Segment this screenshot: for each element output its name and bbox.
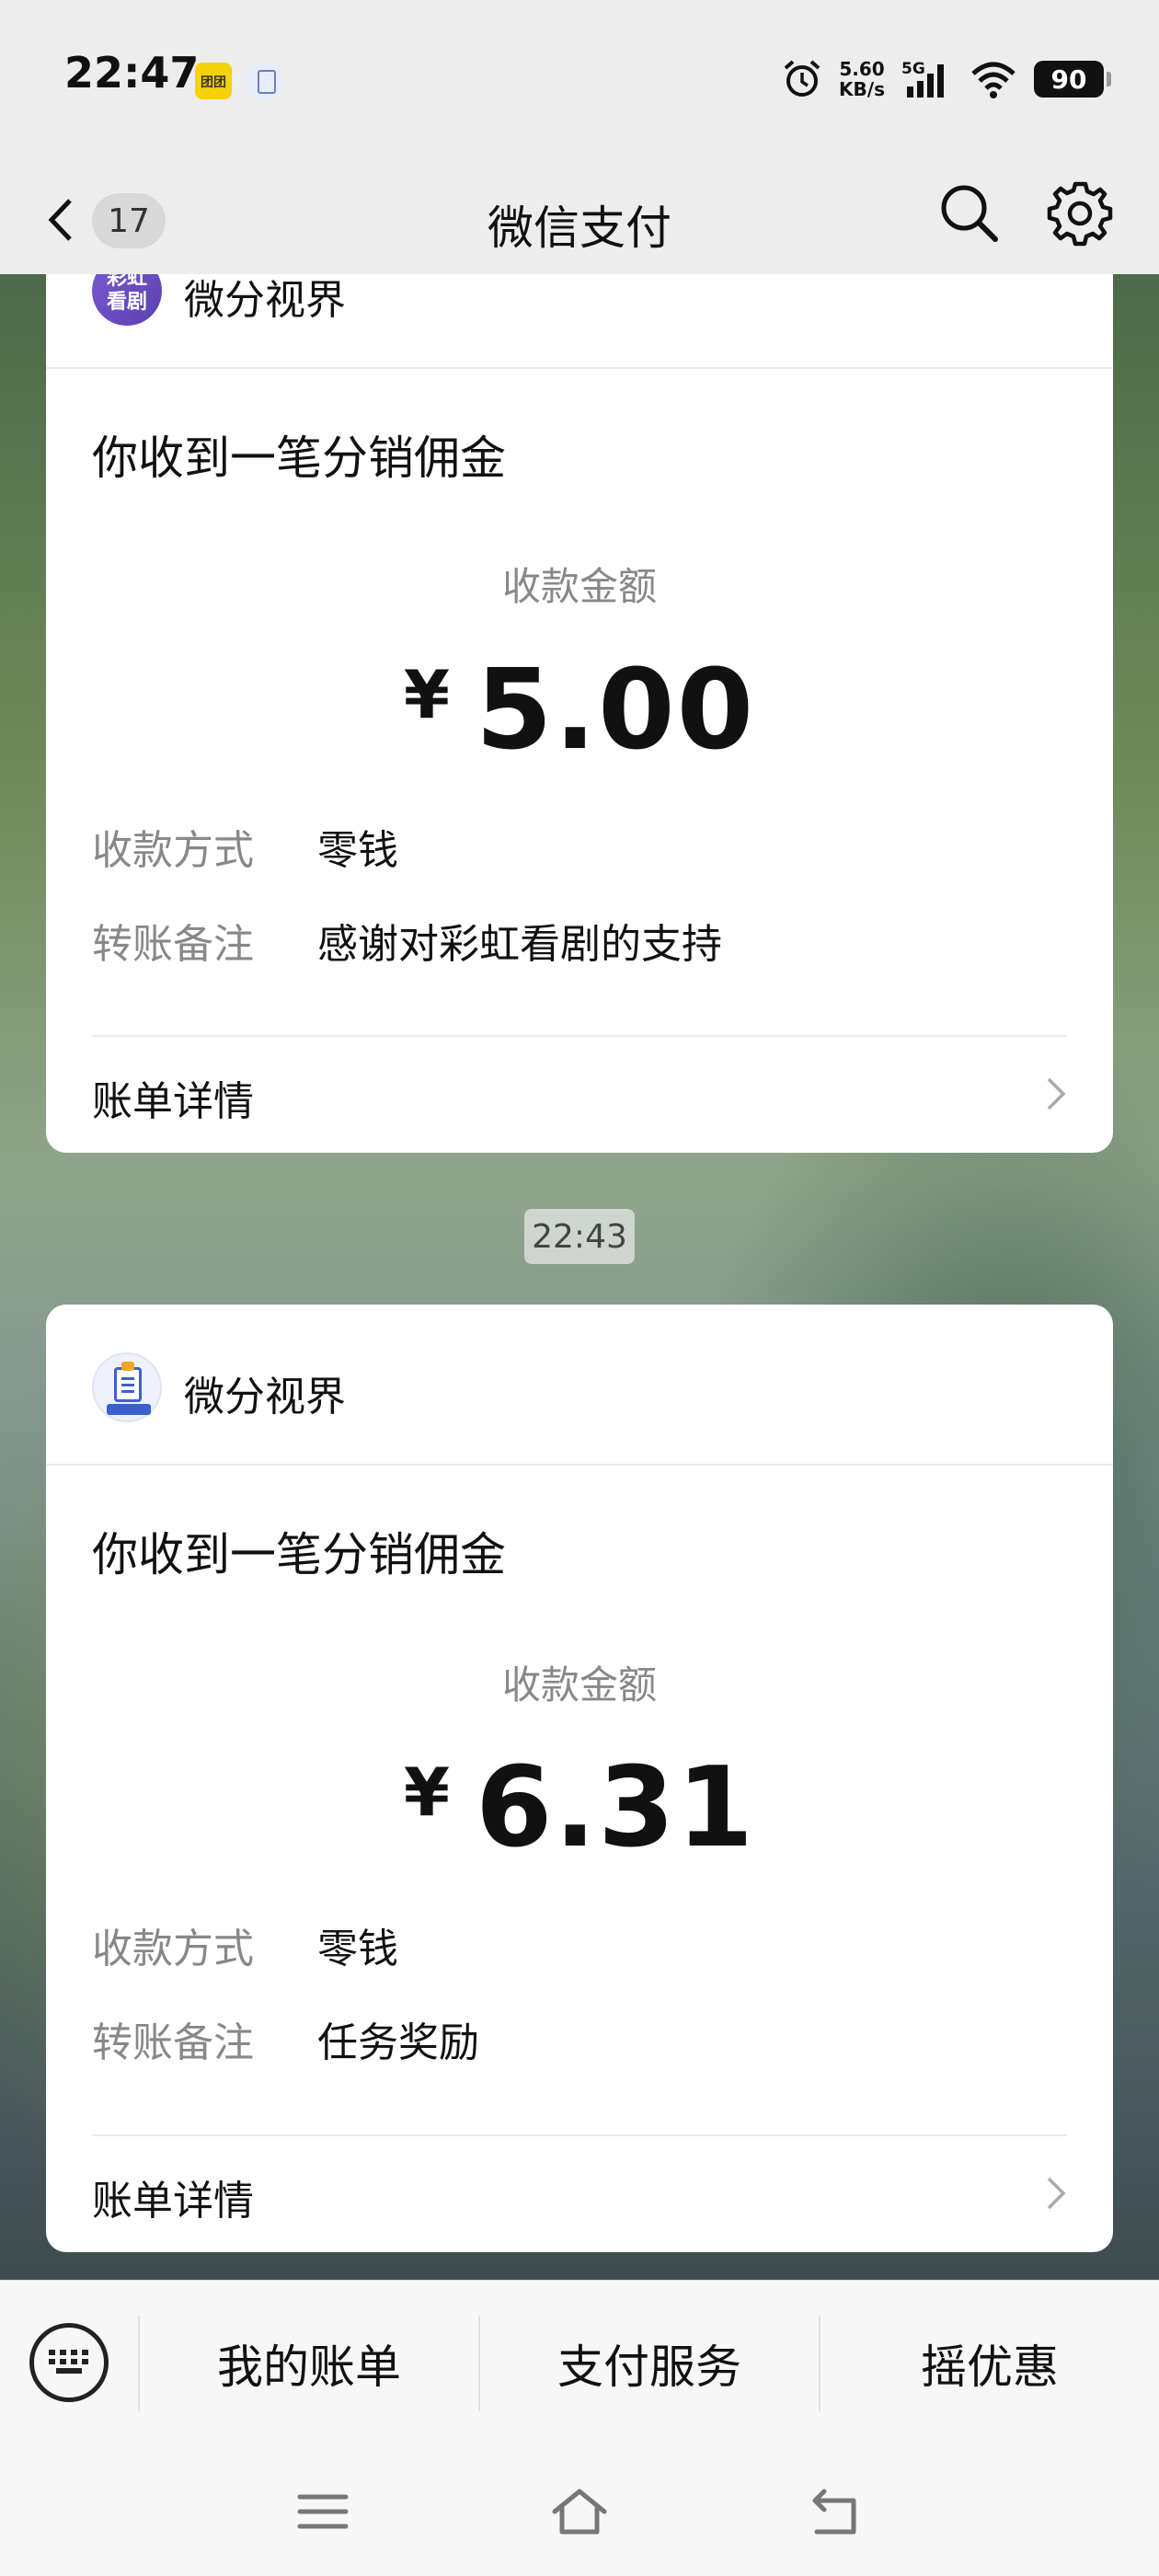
payment-method-row: 收款方式 零钱 (92, 817, 398, 876)
bill-details-link[interactable]: 账单详情 (46, 2136, 1113, 2247)
bill-details-label: 账单详情 (92, 1078, 254, 1125)
nav-bar: 17 微信支付 (0, 156, 1159, 274)
status-time: 22:47 (64, 48, 200, 98)
amount-label: 收款金额 (501, 1662, 657, 1708)
status-icons: 5.60 KB/s 5G 90 (782, 53, 1111, 105)
app-avatar: 彩虹 看剧 (92, 274, 162, 326)
payment-method-value: 零钱 (317, 827, 398, 874)
transfer-note-row: 转账备注 任务奖励 (92, 2009, 479, 2068)
transfer-note-label: 转账备注 (92, 2019, 254, 2066)
payment-message-card[interactable]: 彩虹 看剧 微分视界 你收到一笔分销佣金 收款金额 ¥5.00 收款方式 零钱 … (46, 274, 1113, 1153)
home-icon[interactable] (549, 2484, 610, 2539)
amount: ¥6.31 (46, 1744, 1113, 1872)
avatar-text: 彩虹 看剧 (106, 274, 147, 314)
notification-icon-text: 团团 (201, 75, 226, 90)
chevron-right-icon (1047, 1077, 1066, 1110)
menu-item-payment-services[interactable]: 支付服务 (480, 2330, 819, 2397)
payment-method-value: 零钱 (317, 1926, 398, 1972)
bottom-menu: 我的账单 支付服务 摇优惠 (0, 2280, 1159, 2445)
gear-icon[interactable] (1041, 175, 1119, 252)
bill-details-label: 账单详情 (92, 2178, 254, 2225)
network-speed-value: 5.60 (839, 58, 885, 80)
amount-label: 收款金额 (501, 564, 657, 609)
currency-symbol: ¥ (403, 1754, 451, 1831)
amount-value: 6.31 (476, 1744, 756, 1872)
signal-icon: 5G (901, 60, 944, 98)
payment-method-row: 收款方式 零钱 (92, 1915, 398, 1974)
back-gesture-icon[interactable] (806, 2484, 866, 2539)
transfer-note-value: 感谢对彩虹看剧的支持 (317, 921, 722, 968)
app-avatar (92, 1352, 162, 1422)
battery-indicator: 90 (1034, 61, 1111, 98)
payment-message-card[interactable]: 微分视界 你收到一笔分销佣金 收款金额 ¥6.31 收款方式 零钱 转账备注 任… (46, 1305, 1113, 2252)
card-header: 微分视界 (46, 1305, 1113, 1466)
message-title: 你收到一笔分销佣金 (92, 1528, 506, 1581)
network-speed-unit: KB/s (839, 78, 885, 100)
amount-value: 5.00 (476, 647, 756, 775)
transfer-note-row: 转账备注 感谢对彩虹看剧的支持 (92, 911, 722, 970)
currency-symbol: ¥ (403, 656, 451, 733)
app-notification-icon: 团团 (195, 63, 232, 99)
chevron-right-icon (1047, 2177, 1066, 2210)
document-notification-icon (245, 61, 285, 101)
app-name: 微分视界 (184, 1374, 346, 1420)
alarm-icon (784, 60, 820, 97)
message-title: 你收到一笔分销佣金 (92, 431, 506, 485)
document-icon (114, 1367, 142, 1402)
card-header: 彩虹 看剧 微分视界 (46, 274, 1113, 369)
app-name: 微分视界 (184, 277, 346, 324)
transfer-note-value: 任务奖励 (317, 2019, 479, 2066)
payment-method-label: 收款方式 (92, 827, 254, 874)
keyboard-icon (49, 2350, 88, 2374)
status-bar: 22:47 团团 5.60 KB/s 5G 90 (0, 0, 1159, 156)
network-speed: 5.60 KB/s (839, 59, 885, 99)
bill-details-link[interactable]: 账单详情 (46, 1037, 1113, 1147)
message-timestamp: 22:43 (524, 1209, 635, 1264)
transfer-note-label: 转账备注 (92, 921, 254, 968)
menu-item-my-bills[interactable]: 我的账单 (140, 2330, 478, 2397)
menu-icon[interactable] (293, 2484, 353, 2539)
amount: ¥5.00 (46, 647, 1113, 775)
system-navigation-bar (0, 2445, 1159, 2576)
menu-item-shake-deals[interactable]: 摇优惠 (820, 2330, 1159, 2397)
search-icon[interactable] (933, 177, 1006, 250)
network-type-label: 5G (901, 60, 925, 78)
wifi-icon (971, 62, 1016, 98)
keyboard-toggle-button[interactable] (29, 2323, 109, 2402)
payment-method-label: 收款方式 (92, 1926, 254, 1972)
